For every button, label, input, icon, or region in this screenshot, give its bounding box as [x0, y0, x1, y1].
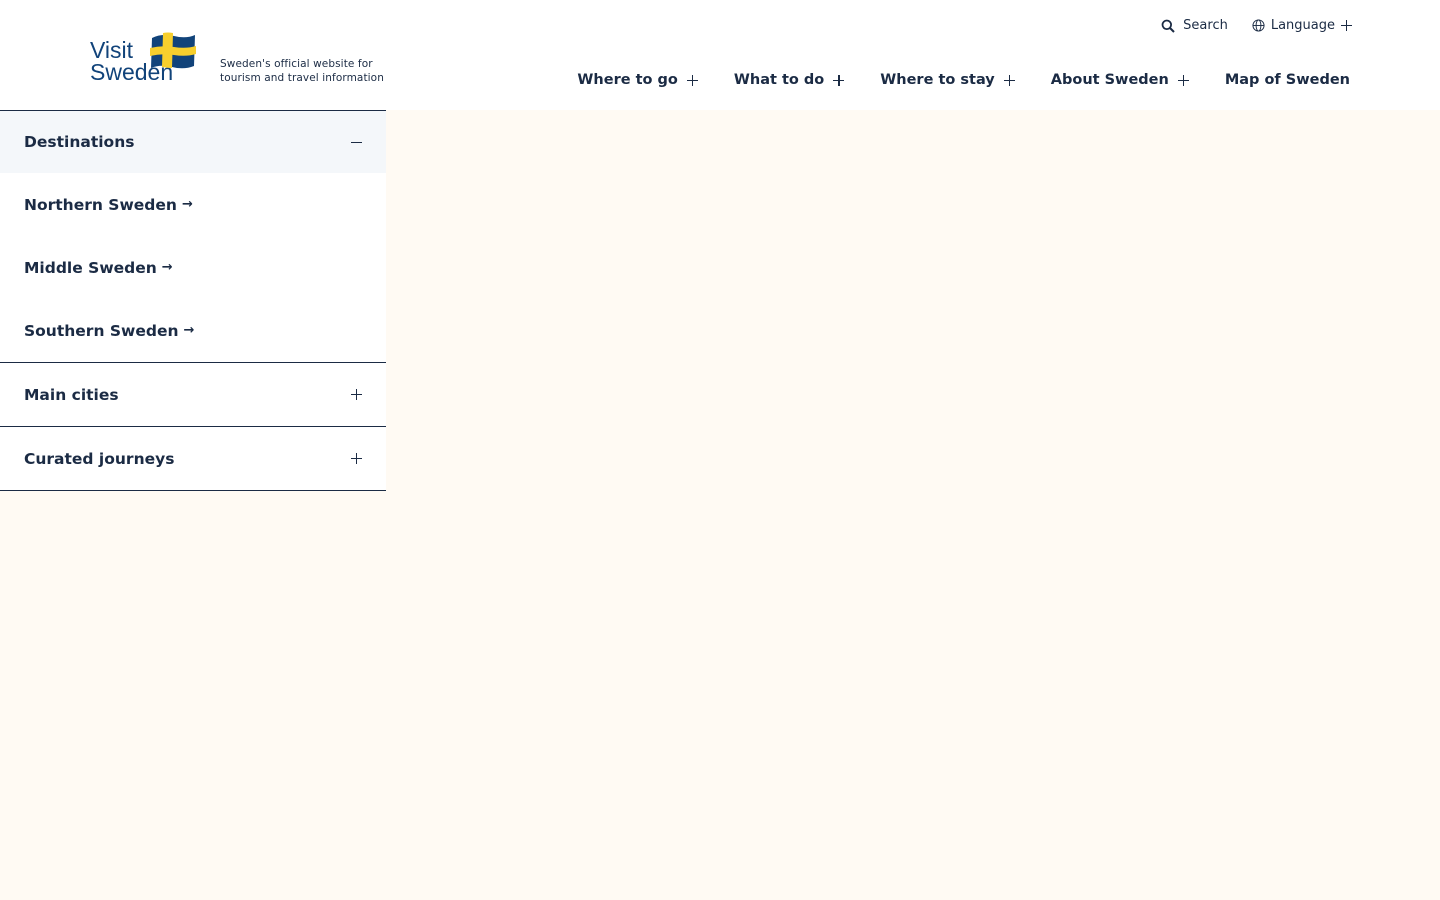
main-nav: Where to go What to do Where to stay Abo… [577, 72, 1350, 88]
nav-label: Where to go [577, 72, 678, 88]
language-label: Language [1270, 18, 1335, 33]
plus-icon [351, 389, 362, 400]
arrow-right-icon: → [161, 260, 173, 275]
accordion-label: Curated journeys [24, 449, 175, 468]
nav-label: About Sweden [1050, 72, 1169, 88]
nav-about-sweden[interactable]: About Sweden [1051, 72, 1189, 88]
swedish-flag-icon [150, 32, 196, 69]
accordion-curated-journeys[interactable]: Curated journeys [0, 427, 386, 491]
link-label: Northern Sweden [24, 195, 177, 214]
nav-what-to-do[interactable]: What to do [733, 72, 845, 88]
site-header: Visit Sweden Sweden's official website f… [0, 0, 1440, 110]
site-tagline: Sweden's official website for tourism an… [220, 58, 384, 84]
link-southern-sweden[interactable]: Southern Sweden → [0, 299, 386, 362]
accordion-label: Destinations [24, 133, 135, 151]
minus-icon [351, 137, 362, 148]
nav-label: Where to stay [880, 72, 995, 88]
nav-where-to-stay[interactable]: Where to stay [880, 72, 1015, 88]
accordion-header[interactable]: Curated journeys [0, 427, 386, 490]
search-label: Search [1183, 18, 1228, 33]
plus-icon [351, 453, 362, 464]
search-button[interactable]: Search [1161, 18, 1228, 33]
link-middle-sweden[interactable]: Middle Sweden → [0, 236, 386, 299]
link-label: Southern Sweden [24, 321, 179, 340]
nav-where-to-go[interactable]: Where to go [577, 72, 698, 88]
language-button[interactable]: Language [1252, 18, 1352, 33]
nav-label: What to do [733, 72, 825, 88]
nav-label: Map of Sweden [1224, 72, 1350, 88]
plus-icon [1003, 74, 1015, 86]
utility-nav: Search Language [1161, 18, 1352, 33]
arrow-right-icon: → [183, 323, 195, 338]
link-label: Middle Sweden [24, 258, 157, 277]
plus-icon [1341, 20, 1352, 31]
nav-map-of-sweden[interactable]: Map of Sweden [1225, 72, 1350, 88]
plus-icon [833, 74, 845, 86]
destinations-menu: Destinations Northern Sweden → Middle Sw… [0, 110, 386, 491]
arrow-right-icon: → [181, 197, 193, 212]
accordion-destinations[interactable]: Destinations [0, 110, 386, 173]
visit-sweden-logo[interactable]: Visit Sweden [90, 32, 200, 88]
link-northern-sweden[interactable]: Northern Sweden → [0, 173, 386, 236]
plus-icon [686, 74, 698, 86]
accordion-main-cities[interactable]: Main cities [0, 363, 386, 427]
accordion-header[interactable]: Main cities [0, 363, 386, 426]
plus-icon [1177, 74, 1189, 86]
destinations-links: Northern Sweden → Middle Sweden → Southe… [0, 173, 386, 363]
globe-icon [1252, 19, 1265, 32]
search-icon [1161, 19, 1175, 33]
accordion-label: Main cities [24, 385, 119, 404]
